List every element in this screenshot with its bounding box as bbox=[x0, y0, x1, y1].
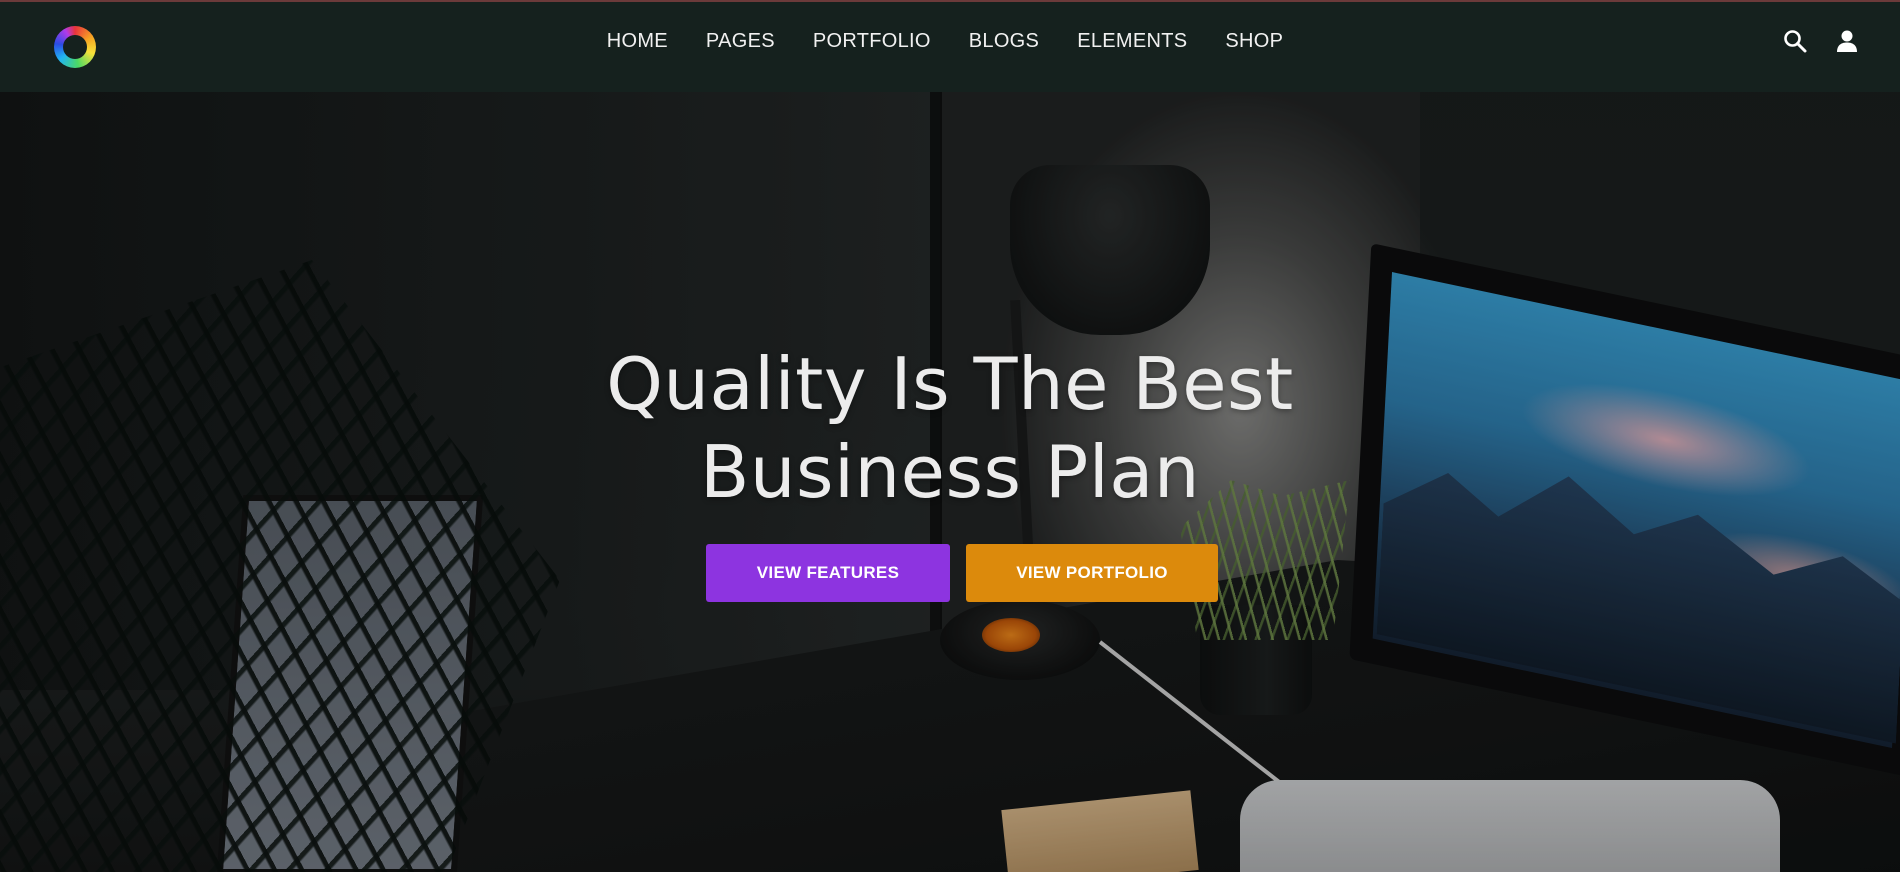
search-icon[interactable] bbox=[1782, 28, 1808, 54]
hero-content: Quality Is The Best Business Plan VIEW F… bbox=[0, 340, 1900, 602]
view-features-button[interactable]: VIEW FEATURES bbox=[706, 544, 950, 602]
nav-shop[interactable]: SHOP bbox=[1225, 30, 1283, 53]
navbar: HOME PAGES PORTFOLIO BLOGS ELEMENTS SHOP bbox=[0, 0, 1900, 92]
view-portfolio-button[interactable]: VIEW PORTFOLIO bbox=[966, 544, 1218, 602]
hero-title: Quality Is The Best Business Plan bbox=[570, 340, 1330, 516]
hero-title-line-1: Quality Is The Best bbox=[606, 342, 1294, 426]
user-icon[interactable] bbox=[1834, 28, 1860, 54]
main-menu: HOME PAGES PORTFOLIO BLOGS ELEMENTS SHOP bbox=[0, 2, 1900, 92]
hero-buttons: VIEW FEATURES VIEW PORTFOLIO bbox=[0, 544, 1900, 602]
nav-pages[interactable]: PAGES bbox=[706, 30, 775, 53]
nav-blogs[interactable]: BLOGS bbox=[969, 30, 1039, 53]
nav-home[interactable]: HOME bbox=[607, 30, 668, 53]
nav-elements[interactable]: ELEMENTS bbox=[1077, 30, 1187, 53]
nav-portfolio[interactable]: PORTFOLIO bbox=[813, 30, 931, 53]
nav-icons bbox=[1782, 28, 1860, 54]
hero-title-line-2: Business Plan bbox=[699, 430, 1201, 514]
page: HOME PAGES PORTFOLIO BLOGS ELEMENTS SHOP bbox=[0, 0, 1900, 872]
